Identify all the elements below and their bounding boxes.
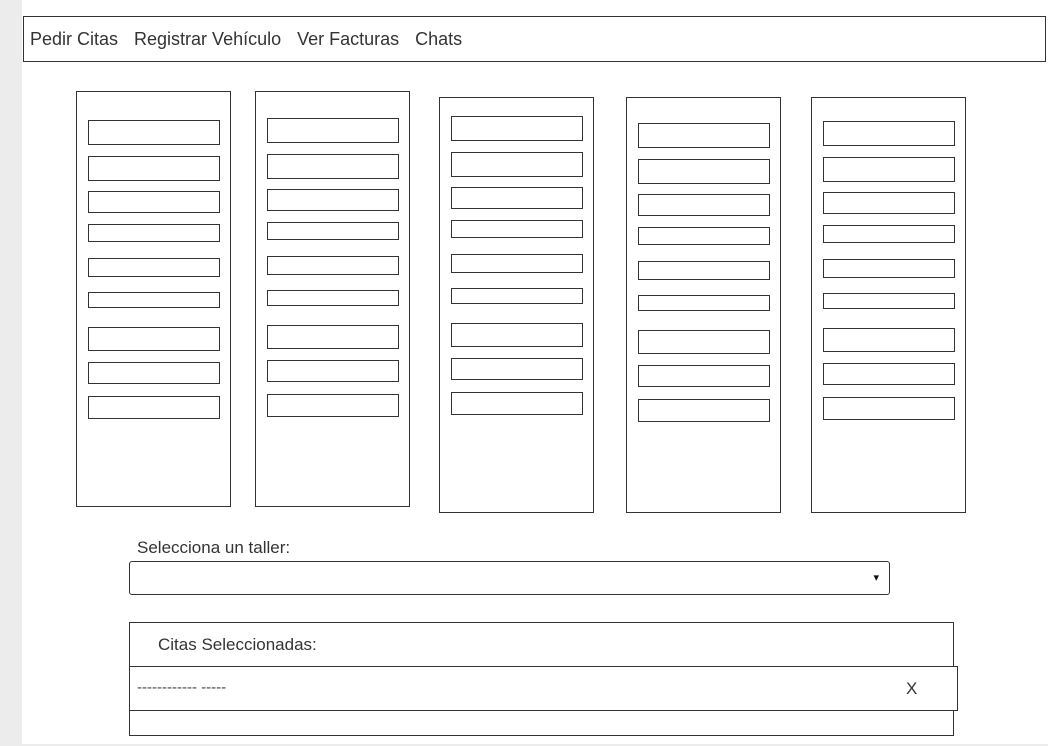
time-slot[interactable] — [638, 399, 770, 422]
time-slot[interactable] — [638, 123, 770, 148]
time-slot[interactable] — [451, 288, 583, 304]
citas-title: Citas Seleccionadas: — [158, 635, 317, 654]
time-slot[interactable] — [638, 330, 770, 354]
time-slot[interactable] — [451, 220, 583, 238]
nav-ver-facturas[interactable]: Ver Facturas — [297, 29, 399, 49]
time-slot[interactable] — [823, 157, 955, 182]
time-slot[interactable] — [451, 392, 583, 415]
nav-chats[interactable]: Chats — [415, 29, 462, 49]
time-slot[interactable] — [823, 192, 955, 214]
schedule-column — [76, 91, 231, 507]
time-slot[interactable] — [823, 259, 955, 278]
schedule-column — [439, 97, 594, 513]
time-slot[interactable] — [267, 118, 399, 143]
time-slot[interactable] — [451, 152, 583, 177]
time-slot[interactable] — [823, 328, 955, 352]
cita-remove-button[interactable]: X — [906, 679, 917, 699]
time-slot[interactable] — [267, 189, 399, 211]
time-slot[interactable] — [638, 261, 770, 280]
cita-item-text: ------------ ----- — [137, 679, 227, 696]
time-slot[interactable] — [88, 362, 220, 384]
time-slot[interactable] — [451, 358, 583, 380]
time-slot[interactable] — [88, 191, 220, 213]
taller-label: Selecciona un taller: — [137, 538, 291, 557]
time-slot[interactable] — [88, 120, 220, 145]
schedule-column — [811, 97, 966, 513]
time-slot[interactable] — [638, 159, 770, 184]
time-slot[interactable] — [638, 194, 770, 216]
time-slot[interactable] — [88, 327, 220, 351]
time-slot[interactable] — [451, 116, 583, 141]
time-slot[interactable] — [638, 365, 770, 387]
time-slot[interactable] — [267, 394, 399, 417]
nav-registrar-vehiculo[interactable]: Registrar Vehículo — [134, 29, 281, 49]
time-slot[interactable] — [451, 323, 583, 347]
time-slot[interactable] — [638, 295, 770, 311]
time-slot[interactable] — [267, 325, 399, 349]
time-slot[interactable] — [88, 156, 220, 181]
time-slot[interactable] — [451, 187, 583, 209]
citas-seleccionadas-panel: Citas Seleccionadas: ------------ ----- … — [129, 622, 958, 736]
time-slot[interactable] — [638, 227, 770, 245]
time-slot[interactable] — [88, 224, 220, 242]
time-slot[interactable] — [267, 154, 399, 179]
nav-pedir-citas[interactable]: Pedir Citas — [30, 29, 118, 49]
time-slot[interactable] — [267, 290, 399, 306]
time-slot[interactable] — [823, 293, 955, 309]
cita-item: ------------ ----- X — [129, 666, 958, 711]
time-slot[interactable] — [823, 363, 955, 385]
time-slot[interactable] — [88, 292, 220, 308]
time-slot[interactable] — [823, 121, 955, 146]
time-slot[interactable] — [267, 256, 399, 275]
time-slot[interactable] — [823, 397, 955, 420]
time-slot[interactable] — [88, 396, 220, 419]
schedule-column — [255, 91, 410, 507]
time-slot[interactable] — [88, 258, 220, 277]
schedule-column — [626, 97, 781, 513]
top-navbar: Pedir Citas Registrar Vehículo Ver Factu… — [23, 16, 1046, 62]
time-slot[interactable] — [267, 222, 399, 240]
time-slot[interactable] — [451, 254, 583, 273]
time-slot[interactable] — [823, 225, 955, 243]
taller-select[interactable]: ▾ — [129, 561, 890, 595]
chevron-down-icon: ▾ — [873, 572, 879, 584]
time-slot[interactable] — [267, 360, 399, 382]
